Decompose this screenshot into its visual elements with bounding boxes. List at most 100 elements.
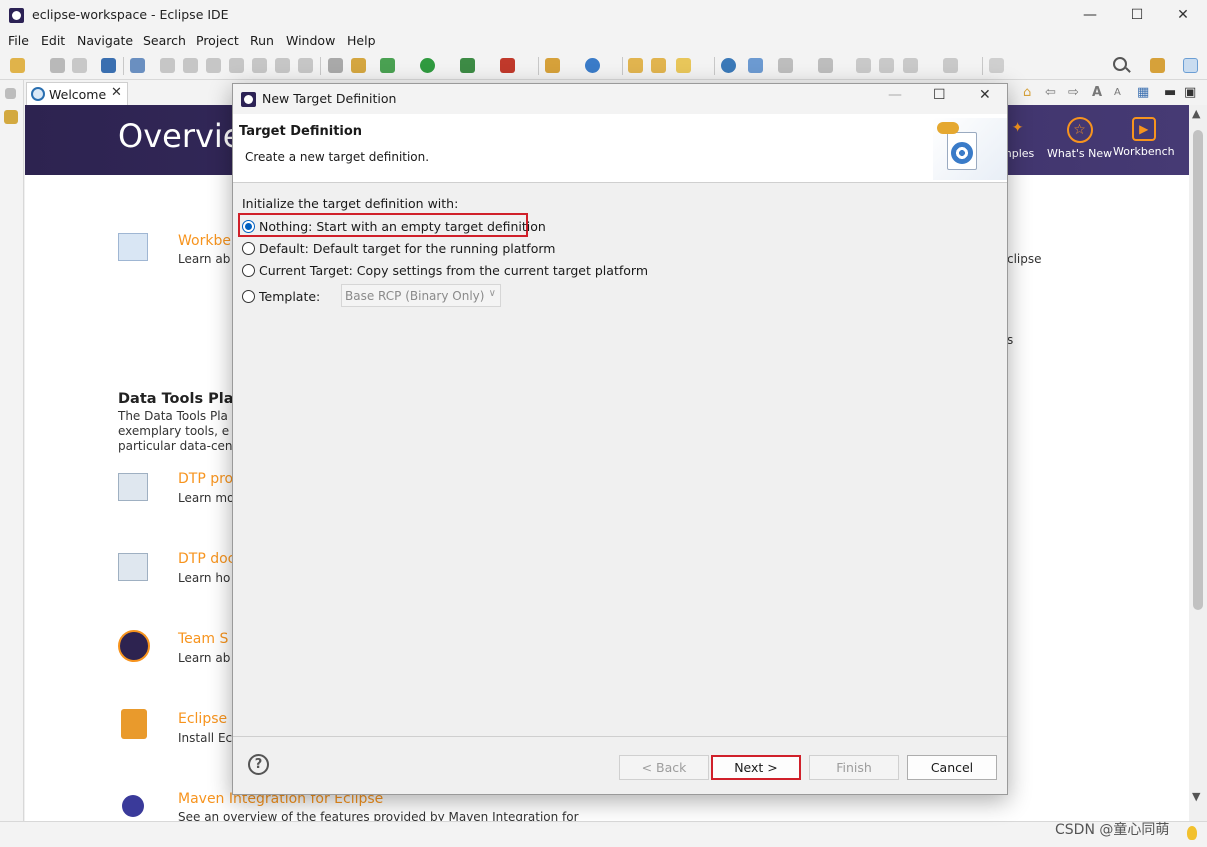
restore-icon[interactable] — [5, 88, 16, 99]
external-tools-icon[interactable] — [500, 58, 515, 73]
status-bar — [0, 821, 1207, 847]
radio-button[interactable] — [242, 290, 255, 303]
maximize-button[interactable]: ☐ — [1122, 4, 1152, 26]
menu-file[interactable]: File — [8, 33, 29, 48]
welcome-icon — [31, 87, 45, 101]
home-icon[interactable]: ⌂ — [1023, 85, 1031, 100]
dialog-titlebar: New Target Definition — ☐ ✕ — [233, 84, 1007, 114]
dtp-project-link[interactable]: DTP pro — [178, 471, 233, 487]
open-type-icon[interactable] — [628, 58, 643, 73]
dtp-docs-link[interactable]: DTP doc — [178, 551, 235, 567]
toolbar-separator — [714, 57, 715, 75]
resume-icon[interactable] — [160, 58, 175, 73]
run-icon[interactable] — [420, 58, 435, 73]
globe-icon[interactable] — [721, 58, 736, 73]
customize-icon[interactable]: ▦ — [1137, 85, 1149, 100]
annotation-icon[interactable] — [748, 58, 763, 73]
step-over-icon[interactable] — [275, 58, 290, 73]
new-java-project-icon[interactable] — [545, 58, 560, 73]
maximize-view-icon[interactable]: ▣ — [1184, 85, 1196, 100]
dtp-section-text: exemplary tools, e — [118, 424, 230, 438]
close-button[interactable]: ✕ — [1168, 4, 1198, 26]
radio-label: Current Target: Copy settings from the c… — [259, 263, 648, 278]
workbench-link[interactable]: ▶ Workbench — [1113, 117, 1175, 158]
radio-label: Default: Default target for the running … — [259, 241, 556, 256]
back-arrow-icon[interactable] — [903, 58, 918, 73]
pin-editor-icon[interactable] — [989, 58, 1004, 73]
menu-navigate[interactable]: Navigate — [77, 33, 133, 48]
next-button[interactable]: Next > — [711, 755, 801, 780]
scrollbar-thumb[interactable] — [1193, 130, 1203, 610]
run-coverage-icon[interactable] — [460, 58, 475, 73]
java-perspective-icon[interactable] — [1183, 58, 1198, 73]
forward-edit-icon[interactable] — [879, 58, 894, 73]
menu-run[interactable]: Run — [250, 33, 274, 48]
dialog-minimize-button[interactable]: — — [888, 87, 902, 103]
dialog-maximize-button[interactable]: ☐ — [933, 87, 946, 103]
radio-button[interactable] — [242, 264, 255, 277]
font-smaller-icon[interactable]: A — [1114, 87, 1121, 98]
template-combo[interactable]: Base RCP (Binary Only) ∨ — [341, 284, 501, 307]
help-icon[interactable]: ? — [248, 754, 269, 775]
new-icon[interactable] — [10, 58, 25, 73]
terminal-icon[interactable] — [101, 58, 116, 73]
lightbulb-icon — [1187, 826, 1197, 840]
chevron-up-icon[interactable]: ▲ — [1192, 107, 1200, 120]
forward-arrow-icon[interactable] — [943, 58, 958, 73]
disconnect-icon[interactable] — [229, 58, 244, 73]
last-edit-icon[interactable] — [856, 58, 871, 73]
font-larger-icon[interactable]: A — [1092, 85, 1102, 100]
target-definition-icon — [933, 118, 1007, 180]
menu-project[interactable]: Project — [196, 33, 239, 48]
suspend-icon[interactable] — [183, 58, 198, 73]
workbench-basics-link[interactable]: Workbe — [178, 233, 231, 249]
step-return-icon[interactable] — [298, 58, 313, 73]
menu-edit[interactable]: Edit — [41, 33, 65, 48]
menu-window[interactable]: Window — [286, 33, 335, 48]
close-icon[interactable]: ✕ — [111, 85, 122, 100]
back-button[interactable]: < Back — [619, 755, 709, 780]
whats-new-link[interactable]: ☆ What's New — [1047, 117, 1112, 160]
back-arrow-icon[interactable]: ⇦ — [1045, 85, 1056, 100]
open-perspective-icon[interactable] — [1150, 58, 1165, 73]
tab-welcome[interactable]: Welcome ✕ — [26, 82, 128, 105]
minimize-view-icon[interactable]: ▬ — [1164, 85, 1176, 100]
menu-bar: File Edit Navigate Search Project Run Wi… — [0, 30, 1207, 52]
dialog-close-button[interactable]: ✕ — [979, 87, 991, 103]
cancel-button[interactable]: Cancel — [907, 755, 997, 780]
team-support-link[interactable]: Team S — [178, 631, 228, 647]
new-class-icon[interactable] — [585, 58, 600, 73]
init-label: Initialize the target definition with: — [242, 196, 459, 211]
minimize-button[interactable]: — — [1075, 4, 1105, 26]
radio-button[interactable] — [242, 220, 255, 233]
plug-icon — [937, 122, 959, 134]
save-icon[interactable] — [50, 58, 65, 73]
open-task-icon[interactable] — [651, 58, 666, 73]
star-icon: ☆ — [1066, 117, 1093, 143]
terminate-icon[interactable] — [206, 58, 221, 73]
step-into-icon[interactable] — [252, 58, 267, 73]
finish-button[interactable]: Finish — [809, 755, 899, 780]
play-icon: ▶ — [1131, 117, 1156, 141]
menu-help[interactable]: Help — [347, 33, 376, 48]
vertical-scrollbar[interactable]: ▲ ▼ — [1189, 105, 1207, 821]
chevron-down-icon[interactable]: ▼ — [1192, 790, 1200, 803]
search-icon[interactable] — [1113, 57, 1127, 71]
use-step-filters-icon[interactable] — [328, 58, 343, 73]
eclipse-marketplace-link[interactable]: Eclipse — [178, 711, 227, 727]
forward-arrow-icon[interactable]: ⇨ — [1068, 85, 1079, 100]
search-tool-icon[interactable] — [676, 58, 691, 73]
radio-button[interactable] — [242, 242, 255, 255]
skip-breakpoints-icon[interactable] — [130, 58, 145, 73]
hierarchy-icon[interactable] — [4, 110, 18, 124]
template-combo-value: Base RCP (Binary Only) — [345, 289, 485, 303]
next-annotation-icon[interactable] — [778, 58, 793, 73]
menu-search[interactable]: Search — [143, 33, 186, 48]
debug-icon[interactable] — [380, 58, 395, 73]
save-all-icon[interactable] — [72, 58, 87, 73]
previous-annotation-icon[interactable] — [818, 58, 833, 73]
wizard-body: Initialize the target definition with: N… — [233, 184, 1007, 736]
wand-icon: ✦ — [1011, 120, 1024, 136]
eclipse-icon — [241, 92, 256, 107]
coverage-icon[interactable] — [351, 58, 366, 73]
